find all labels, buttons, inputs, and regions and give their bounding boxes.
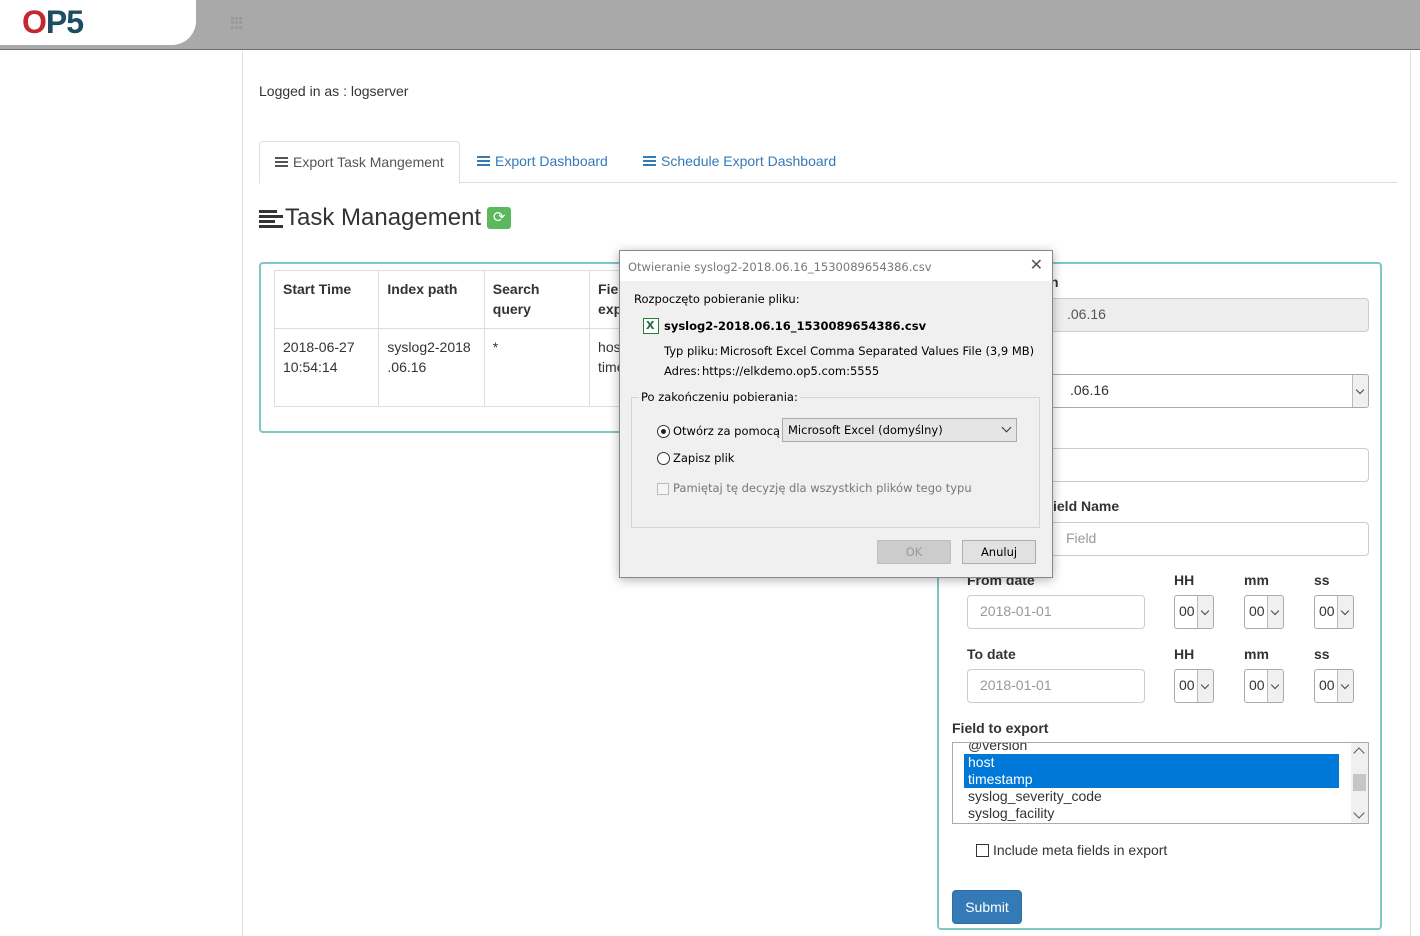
chevron-down-icon — [1352, 375, 1368, 407]
chevron-down-icon — [1337, 670, 1353, 702]
chevron-down-icon — [1001, 422, 1012, 433]
cell-search-query: * — [483, 328, 591, 407]
excel-file-icon — [643, 318, 659, 334]
dialog-title: Otwieranie syslog2-2018.06.16_1530089654… — [628, 260, 932, 274]
from-hh-select[interactable]: 00 — [1174, 595, 1214, 629]
close-icon[interactable]: ✕ — [1030, 257, 1043, 273]
list-icon — [275, 157, 288, 168]
from-mm-select[interactable]: 00 — [1244, 595, 1284, 629]
chevron-up-icon[interactable] — [1353, 747, 1365, 759]
op5-logo[interactable]: OP5 — [22, 4, 84, 41]
refresh-icon[interactable]: ⟳ — [487, 207, 512, 229]
to-date-input[interactable]: 2018-01-01 — [967, 669, 1145, 703]
column-header: Search query — [483, 270, 591, 329]
list-item[interactable]: timestamp — [964, 771, 1339, 788]
list-item[interactable]: syslog_severity_code — [953, 788, 1368, 805]
field-name-label: ield Name — [1053, 498, 1120, 514]
file-type-value: Microsoft Excel Comma Separated Values F… — [720, 344, 1035, 358]
tab-export-dashboard[interactable]: Export Dashboard — [462, 141, 623, 183]
page-title: Task Management ⟳ — [259, 204, 512, 232]
tab-schedule-export-dashboard[interactable]: Schedule Export Dashboard — [628, 141, 851, 183]
left-sidebar — [0, 51, 243, 936]
top-bar: OP5 — [0, 0, 1420, 50]
open-with-label[interactable]: Otwórz za pomocą — [673, 424, 780, 438]
ok-button[interactable]: OK — [877, 540, 951, 564]
cell-start-time: 2018-06-27 10:54:14 — [273, 328, 380, 407]
save-file-label[interactable]: Zapisz plik — [673, 451, 734, 465]
to-mm-select[interactable]: 00 — [1244, 669, 1284, 703]
field-to-export-label: Field to export — [952, 720, 1049, 736]
submit-button[interactable]: Submit — [952, 890, 1022, 924]
save-file-radio[interactable] — [657, 452, 670, 465]
scrollbar-thumb[interactable] — [1353, 774, 1366, 791]
logged-in-text: Logged in as : logserver — [259, 83, 409, 99]
download-filename: syslog2-2018.06.16_1530089654386.csv — [664, 319, 927, 333]
tab-bar: Export Task Mangement Export Dashboard S… — [259, 141, 1397, 184]
hh-label: HH — [1174, 572, 1195, 588]
after-download-label: Po zakończeniu pobierania: — [639, 390, 800, 404]
file-type-label: Typ pliku: — [664, 344, 719, 358]
task-table-panel: Start Time Index path Search query Fie e… — [259, 262, 639, 433]
table-row: 2018-06-27 10:54:14 syslog2-2018 .06.16 … — [273, 328, 637, 407]
listbox-scrollbar[interactable] — [1351, 743, 1368, 823]
cancel-button[interactable]: Anuluj — [962, 540, 1036, 564]
open-with-radio[interactable] — [657, 425, 670, 438]
task-table: Start Time Index path Search query Fie e… — [273, 270, 637, 407]
column-header: Start Time — [273, 270, 380, 329]
list-icon — [477, 156, 490, 167]
from-date-input[interactable]: 2018-01-01 — [967, 595, 1145, 629]
open-with-app-select[interactable]: Microsoft Excel (domyślny) — [782, 418, 1017, 442]
address-label: Adres: — [664, 364, 701, 378]
chevron-down-icon — [1197, 670, 1213, 702]
cell-index-path: syslog2-2018 .06.16 — [378, 328, 485, 407]
list-item[interactable]: host — [964, 754, 1339, 771]
from-ss-select[interactable]: 00 — [1314, 595, 1354, 629]
dialog-titlebar: Otwieranie syslog2-2018.06.16_1530089654… — [620, 251, 1052, 281]
download-started-text: Rozpoczęto pobieranie pliku: — [634, 292, 800, 306]
remember-decision-label: Pamiętaj tę decyzję dla wszystkich plikó… — [673, 481, 972, 495]
align-left-icon — [259, 208, 283, 228]
to-ss-select[interactable]: 00 — [1314, 669, 1354, 703]
to-hh-select[interactable]: 00 — [1174, 669, 1214, 703]
include-meta-checkbox[interactable] — [976, 843, 989, 857]
list-item[interactable]: @version — [953, 743, 1368, 754]
download-dialog: Otwieranie syslog2-2018.06.16_1530089654… — [619, 250, 1053, 578]
to-date-label: To date — [967, 646, 1016, 662]
ss-label: ss — [1314, 646, 1330, 662]
include-meta-label: Include meta fields in export — [993, 842, 1168, 858]
chevron-down-icon — [1267, 670, 1283, 702]
ss-label: ss — [1314, 572, 1330, 588]
remember-decision-checkbox — [657, 483, 669, 495]
chevron-down-icon — [1197, 596, 1213, 628]
chevron-down-icon[interactable] — [1353, 807, 1365, 819]
hh-label: HH — [1174, 646, 1195, 662]
mm-label: mm — [1244, 572, 1269, 588]
chevron-down-icon — [1267, 596, 1283, 628]
list-icon — [643, 156, 656, 167]
address-value: https://elkdemo.op5.com:5555 — [702, 364, 880, 378]
tab-export-task-management[interactable]: Export Task Mangement — [259, 141, 460, 184]
apps-grid-icon[interactable] — [231, 17, 243, 29]
chevron-down-icon — [1337, 596, 1353, 628]
logo-container: OP5 — [0, 0, 196, 45]
column-header: Index path — [378, 270, 485, 329]
list-item[interactable]: syslog_facility — [953, 805, 1368, 822]
mm-label: mm — [1244, 646, 1269, 662]
field-to-export-listbox[interactable]: @version host timestamp syslog_severity_… — [952, 742, 1369, 824]
include-meta-row: Include meta fields in export — [976, 842, 1167, 858]
page-scrollbar[interactable] — [1410, 51, 1420, 936]
